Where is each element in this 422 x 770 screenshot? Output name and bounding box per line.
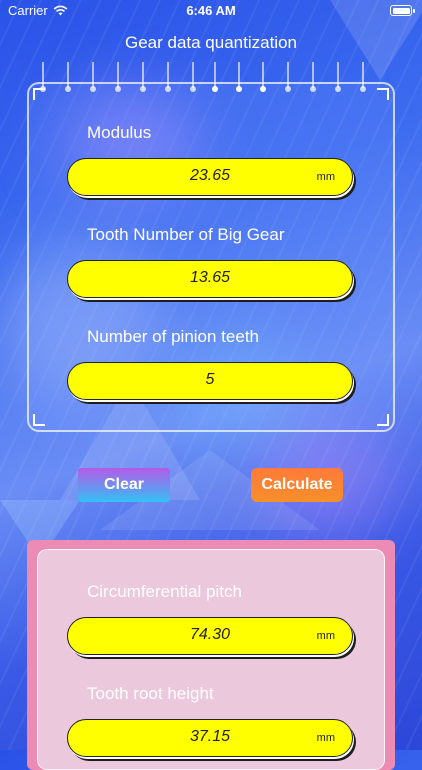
clear-button[interactable]: Clear [78,468,170,502]
big-gear-teeth-label: Tooth Number of Big Gear [87,225,285,244]
battery-icon [390,5,415,16]
circumferential-pitch-label: Circumferential pitch [87,582,242,601]
circumferential-pitch-value: 74.30 [189,626,231,643]
modulus-label: Modulus [87,123,152,142]
page-title: Gear data quantization [124,33,297,52]
tooth-root-height-value: 37.15 [189,728,231,745]
status-time: 6:46 AM [186,3,236,18]
big-gear-teeth-value: 13.65 [189,269,231,286]
pinion-teeth-value: 5 [205,371,215,388]
pinion-teeth-input[interactable]: 5 [67,362,356,404]
circumferential-pitch-field: 74.30 mm [67,617,356,659]
notebook-rings [40,62,370,102]
tooth-root-height-field: 37.15 mm [67,719,356,761]
calculate-button[interactable]: Calculate [251,468,343,502]
modulus-value: 23.65 [189,167,231,184]
status-bar: Carrier 6:46 AM [0,0,422,22]
pinion-teeth-label: Number of pinion teeth [87,327,259,346]
circumferential-pitch-unit: mm [316,630,335,642]
modulus-unit: mm [316,171,335,183]
big-gear-teeth-input[interactable]: 13.65 [67,260,356,302]
tooth-root-height-unit: mm [316,732,335,744]
modulus-input[interactable]: 23.65 mm [67,158,356,200]
tooth-root-height-label: Tooth root height [87,684,214,703]
